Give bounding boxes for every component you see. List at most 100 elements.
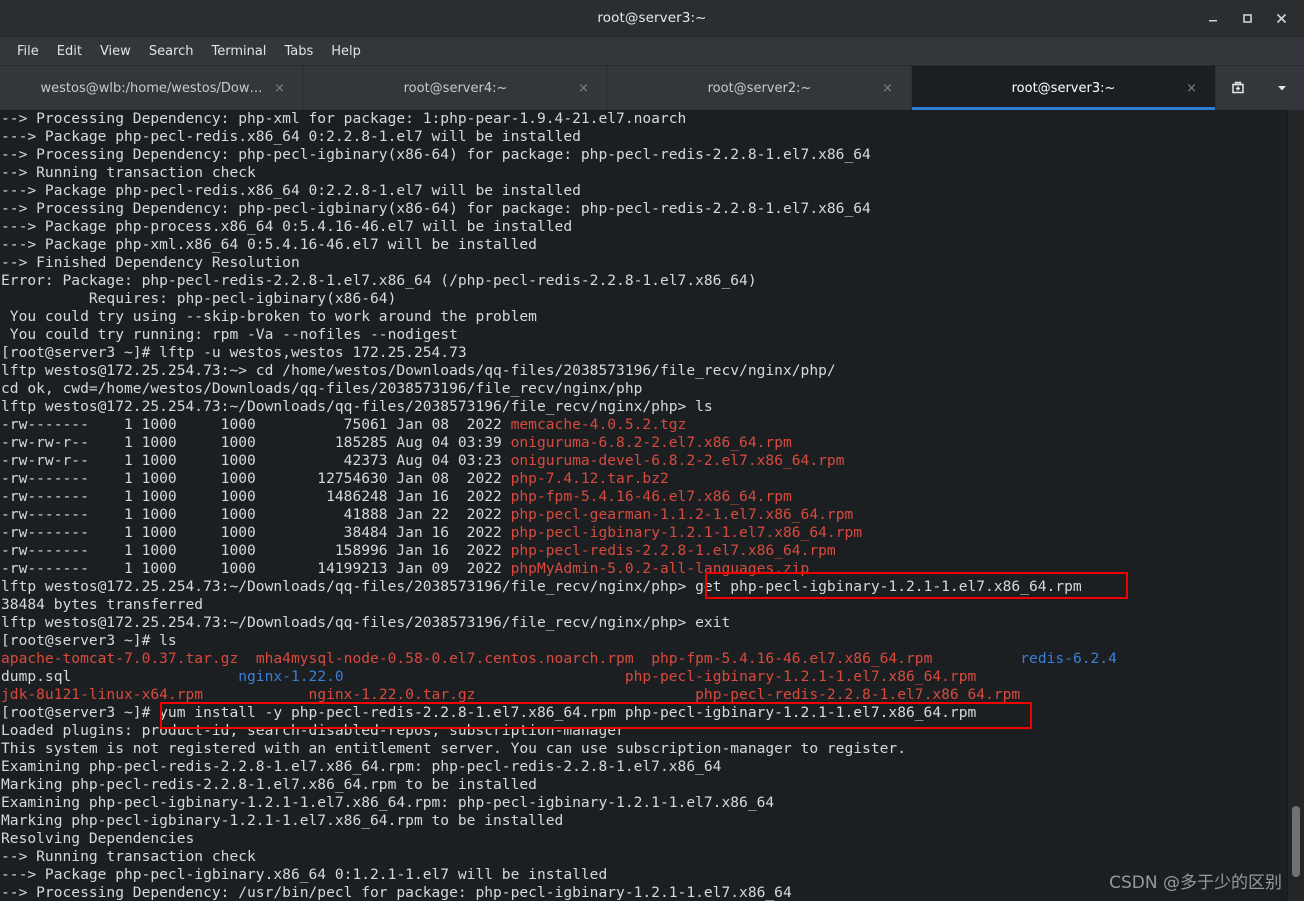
terminal-output[interactable]: --> Processing Dependency: php-xml for p…: [0, 110, 1287, 901]
terminal-text: Examining php-pecl-igbinary-1.2.1-1.el7.…: [1, 794, 775, 811]
terminal-line: lftp westos@172.25.254.73:~/Downloads/qq…: [0, 578, 1287, 596]
terminal-text: Loaded plugins: product-id, search-disab…: [1, 722, 625, 739]
title-bar: root@server3:~: [0, 0, 1304, 37]
terminal-text: php-pecl-redis-2.2.8-1.el7.x86_64.rpm: [695, 686, 1021, 703]
tab-close-icon[interactable]: ×: [1186, 82, 1197, 95]
tab-root-server3[interactable]: root@server3:~ ×: [912, 66, 1216, 110]
terminal-text: You could try using --skip-broken to wor…: [1, 308, 537, 325]
terminal-text: oniguruma-devel-6.8.2-2.el7.x86_64.rpm: [510, 452, 845, 469]
menu-item-help[interactable]: Help: [322, 41, 370, 62]
terminal-line: cd ok, cwd=/home/westos/Downloads/qq-fil…: [0, 380, 1287, 398]
terminal-line: ---> Package php-pecl-igbinary.x86_64 0:…: [0, 866, 1287, 884]
terminal-text: php-fpm-5.4.16-46.el7.x86_64.rpm: [651, 650, 933, 667]
terminal-line: Marking php-pecl-igbinary-1.2.1-1.el7.x8…: [0, 812, 1287, 830]
terminal-line: ---> Package php-process.x86_64 0:5.4.16…: [0, 218, 1287, 236]
terminal-text: mha4mysql-node-0.58-0.el7.centos.noarch.…: [255, 650, 634, 667]
terminal-text: php-pecl-igbinary-1.2.1-1.el7.x86_64.rpm: [510, 524, 863, 541]
terminal-text: ---> Package php-pecl-redis.x86_64 0:2.2…: [1, 182, 581, 199]
tab-bar: westos@wlb:/home/westos/Dow… × root@serv…: [0, 66, 1304, 110]
chevron-down-icon[interactable]: [1267, 73, 1297, 103]
terminal-line: -rw-rw-r-- 1 1000 1000 42373 Aug 04 03:2…: [0, 452, 1287, 470]
terminal-window: root@server3:~ File Edit View Search Ter…: [0, 0, 1304, 901]
scrollbar-thumb[interactable]: [1292, 806, 1300, 878]
terminal-text: --> Processing Dependency: php-pecl-igbi…: [1, 200, 871, 217]
terminal-line: Examining php-pecl-redis-2.2.8-1.el7.x86…: [0, 758, 1287, 776]
terminal-text: -rw------- 1 1000 1000 38484 Jan 16 2022: [1, 524, 511, 541]
maximize-icon[interactable]: [1230, 1, 1264, 35]
terminal-text: memcache-4.0.5.2.tgz: [510, 416, 687, 433]
tab-bar-actions: [1216, 66, 1304, 110]
terminal-text: oniguruma-6.8.2-2.el7.x86_64.rpm: [510, 434, 792, 451]
terminal-line: -rw-rw-r-- 1 1000 1000 185285 Aug 04 03:…: [0, 434, 1287, 452]
terminal-text: ---> Package php-process.x86_64 0:5.4.16…: [1, 218, 573, 235]
terminal-line: -rw------- 1 1000 1000 158996 Jan 16 202…: [0, 542, 1287, 560]
terminal-text: redis-6.2.4: [1020, 650, 1117, 667]
minimize-icon[interactable]: [1196, 1, 1230, 35]
terminal-text: ---> Package php-pecl-redis.x86_64 0:2.2…: [1, 128, 581, 145]
terminal-text: 38484 bytes transferred: [1, 596, 204, 613]
terminal-line: --> Running transaction check: [0, 848, 1287, 866]
terminal-text: -rw------- 1 1000 1000 158996 Jan 16 202…: [1, 542, 511, 559]
terminal-text: jdk-8u121-linux-x64.rpm: [1, 686, 204, 703]
tab-root-server2[interactable]: root@server2:~ ×: [608, 66, 912, 110]
tab-close-icon[interactable]: ×: [274, 82, 285, 95]
terminal-line: jdk-8u121-linux-x64.rpm nginx-1.22.0.tar…: [0, 686, 1287, 704]
terminal-text: php-pecl-redis-2.2.8-1.el7.x86_64.rpm: [510, 542, 836, 559]
terminal-line: ---> Package php-pecl-redis.x86_64 0:2.2…: [0, 182, 1287, 200]
terminal-text: php-7.4.12.tar.bz2: [510, 470, 669, 487]
tab-label: root@server2:~: [707, 80, 812, 96]
terminal-scrollbar[interactable]: [1287, 110, 1304, 901]
menu-item-tabs[interactable]: Tabs: [275, 41, 322, 62]
terminal-line: -rw------- 1 1000 1000 12754630 Jan 08 2…: [0, 470, 1287, 488]
terminal-body[interactable]: --> Processing Dependency: php-xml for p…: [0, 110, 1304, 901]
terminal-line: ---> Package php-xml.x86_64 0:5.4.16-46.…: [0, 236, 1287, 254]
terminal-text: -rw------- 1 1000 1000 75061 Jan 08 2022: [1, 416, 511, 433]
terminal-line: --> Processing Dependency: php-pecl-igbi…: [0, 200, 1287, 218]
terminal-text: Marking php-pecl-igbinary-1.2.1-1.el7.x8…: [1, 812, 564, 829]
window-controls: [1196, 0, 1298, 36]
tab-close-icon[interactable]: ×: [882, 82, 893, 95]
terminal-text: [root@server3 ~]# lftp -u westos,westos …: [1, 344, 467, 361]
terminal-line: 38484 bytes transferred: [0, 596, 1287, 614]
terminal-text: php-pecl-igbinary-1.2.1-1.el7.x86_64.rpm: [624, 668, 977, 685]
menu-item-edit[interactable]: Edit: [48, 41, 91, 62]
terminal-line: ---> Package php-pecl-redis.x86_64 0:2.2…: [0, 128, 1287, 146]
tab-westos-wlb[interactable]: westos@wlb:/home/westos/Dow… ×: [0, 66, 304, 110]
terminal-line: -rw------- 1 1000 1000 38484 Jan 16 2022…: [0, 524, 1287, 542]
new-tab-icon[interactable]: [1223, 73, 1253, 103]
terminal-text: Examining php-pecl-redis-2.2.8-1.el7.x86…: [1, 758, 722, 775]
terminal-line: You could try running: rpm -Va --nofiles…: [0, 326, 1287, 344]
terminal-line: [root@server3 ~]# lftp -u westos,westos …: [0, 344, 1287, 362]
terminal-text: This system is not registered with an en…: [1, 740, 906, 757]
terminal-line: Error: Package: php-pecl-redis-2.2.8-1.e…: [0, 272, 1287, 290]
terminal-text: phpMyAdmin-5.0.2-all-languages.zip: [510, 560, 810, 577]
tab-root-server4[interactable]: root@server4:~ ×: [304, 66, 608, 110]
terminal-line: Resolving Dependencies: [0, 830, 1287, 848]
terminal-line: Marking php-pecl-redis-2.2.8-1.el7.x86_6…: [0, 776, 1287, 794]
terminal-text: ---> Package php-xml.x86_64 0:5.4.16-46.…: [1, 236, 537, 253]
menu-bar: File Edit View Search Terminal Tabs Help: [0, 37, 1304, 66]
terminal-line: --> Processing Dependency: php-pecl-igbi…: [0, 146, 1287, 164]
terminal-text: --> Processing Dependency: php-pecl-igbi…: [1, 146, 871, 163]
menu-item-terminal[interactable]: Terminal: [202, 41, 275, 62]
terminal-line: lftp westos@172.25.254.73:~> cd /home/we…: [0, 362, 1287, 380]
menu-item-search[interactable]: Search: [140, 41, 203, 62]
terminal-line: -rw------- 1 1000 1000 75061 Jan 08 2022…: [0, 416, 1287, 434]
terminal-line: --> Processing Dependency: php-xml for p…: [0, 110, 1287, 128]
menu-item-view[interactable]: View: [91, 41, 140, 62]
terminal-text: lftp westos@172.25.254.73:~/Downloads/qq…: [1, 398, 713, 415]
terminal-text: --> Processing Dependency: /usr/bin/pecl…: [1, 884, 792, 901]
terminal-line: -rw------- 1 1000 1000 1486248 Jan 16 20…: [0, 488, 1287, 506]
terminal-line: Examining php-pecl-igbinary-1.2.1-1.el7.…: [0, 794, 1287, 812]
terminal-text: [root@server3 ~]# yum install -y php-pec…: [1, 704, 977, 721]
terminal-text: cd ok, cwd=/home/westos/Downloads/qq-fil…: [1, 380, 643, 397]
tab-close-icon[interactable]: ×: [578, 82, 589, 95]
terminal-line: apache-tomcat-7.0.37.tar.gz mha4mysql-no…: [0, 650, 1287, 668]
close-icon[interactable]: [1264, 1, 1298, 35]
menu-item-file[interactable]: File: [8, 41, 48, 62]
terminal-line: -rw------- 1 1000 1000 14199213 Jan 09 2…: [0, 560, 1287, 578]
terminal-line: Requires: php-pecl-igbinary(x86-64): [0, 290, 1287, 308]
terminal-text: lftp westos@172.25.254.73:~/Downloads/qq…: [1, 578, 1082, 595]
